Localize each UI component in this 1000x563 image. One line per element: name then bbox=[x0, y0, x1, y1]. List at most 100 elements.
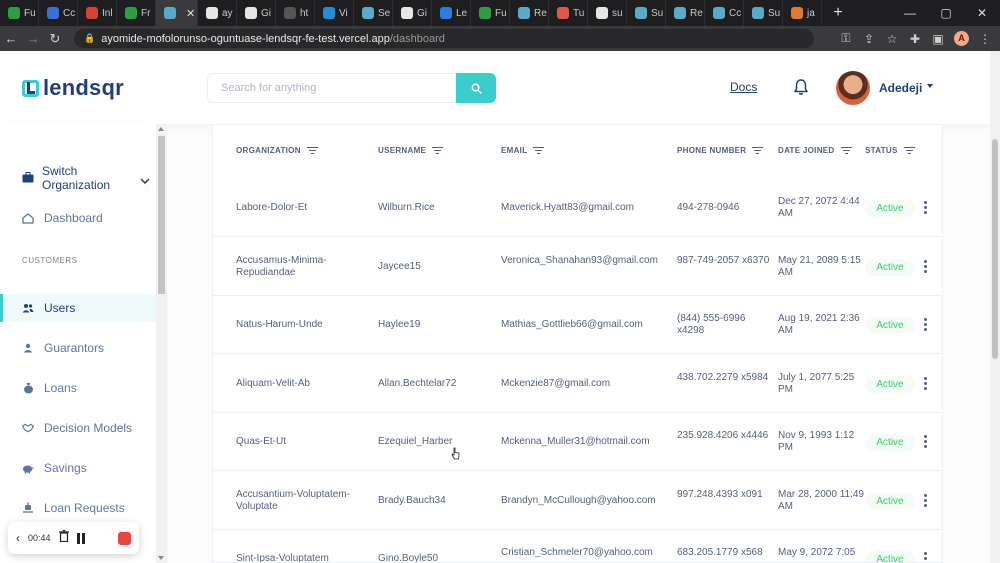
row-actions-menu-icon[interactable] bbox=[923, 259, 927, 273]
sidebar-item-dashboard[interactable]: Dashboard bbox=[0, 204, 156, 232]
browser-tab[interactable]: Cc bbox=[705, 0, 744, 26]
user-name[interactable]: Adedeji bbox=[879, 81, 922, 95]
table-row[interactable]: Accusamus-Minima-Repudiandae Jaycee15 Vero… bbox=[213, 238, 942, 296]
table-row[interactable]: Sint-Ipsa-Voluptatem Gino.Boyle50 Cristian… bbox=[213, 530, 942, 563]
stop-recording-button[interactable] bbox=[118, 531, 131, 545]
browser-tab[interactable]: Su bbox=[627, 0, 666, 26]
reload-icon[interactable]: ↻ bbox=[44, 31, 66, 47]
notification-bell-icon[interactable] bbox=[793, 78, 809, 101]
filter-icon[interactable] bbox=[752, 145, 764, 156]
screen-recorder-widget: ‹ 00:44 bbox=[8, 522, 139, 554]
table-row[interactable]: Quas-Et-Ut Ezequiel_Harber Mckenna_Muller3… bbox=[213, 413, 942, 471]
bookmark-star-icon[interactable]: ☆ bbox=[885, 32, 899, 46]
collapse-chevron-icon[interactable]: ‹ bbox=[16, 531, 20, 545]
page-scrollbar[interactable] bbox=[990, 51, 1000, 563]
key-icon[interactable]: ⚿ bbox=[839, 31, 853, 46]
tab-favicon-icon bbox=[86, 7, 98, 19]
column-header-email[interactable]: EMAIL bbox=[501, 145, 545, 156]
sidebar-item-savings[interactable]: Savings bbox=[0, 454, 156, 482]
close-tab-icon[interactable]: ✕ bbox=[186, 7, 195, 20]
user-menu-caret-icon[interactable] bbox=[927, 84, 933, 88]
scroll-down-icon[interactable] bbox=[158, 556, 164, 560]
close-window-icon[interactable]: ✕ bbox=[964, 6, 1000, 20]
share-icon[interactable]: ⇪ bbox=[862, 32, 876, 46]
browser-tab[interactable]: Inl bbox=[78, 0, 117, 26]
logo[interactable]: lendsqr bbox=[22, 75, 124, 101]
sidebar-panel-icon[interactable]: ▣ bbox=[931, 32, 945, 46]
new-tab-icon[interactable]: + bbox=[826, 4, 850, 22]
cell-email: Veronica_Shanahan93@gmail.com bbox=[501, 254, 658, 266]
browser-tab[interactable]: Le bbox=[432, 0, 471, 26]
column-header-phone-number[interactable]: PHONE NUMBER bbox=[677, 145, 764, 156]
filter-icon[interactable] bbox=[432, 145, 444, 156]
filter-icon[interactable] bbox=[533, 145, 545, 156]
forward-icon[interactable]: → bbox=[22, 31, 44, 46]
row-actions-menu-icon[interactable] bbox=[923, 318, 927, 331]
table-row[interactable]: Natus-Harum-Unde Haylee19 Mathias_Gottlieb… bbox=[213, 296, 942, 354]
maximize-icon[interactable]: ▢ bbox=[928, 6, 964, 20]
browser-menu-icon[interactable]: ⋮ bbox=[978, 32, 992, 46]
browser-tab[interactable]: Gi bbox=[237, 0, 276, 26]
table-row[interactable]: Aliquam-Velit-Ab Allan.Bechtelar72 Mckenzi… bbox=[213, 355, 942, 413]
user-avatar[interactable] bbox=[836, 71, 870, 105]
column-header-status[interactable]: STATUS bbox=[865, 145, 915, 156]
sidebar-item-guarantors[interactable]: Guarantors bbox=[0, 334, 156, 362]
filter-icon[interactable] bbox=[306, 145, 318, 156]
browser-tab[interactable]: Fu bbox=[0, 0, 39, 26]
browser-tab[interactable]: ✕ bbox=[156, 0, 198, 26]
page-scroll-thumb[interactable] bbox=[992, 139, 998, 359]
piggy-bank-icon bbox=[22, 462, 34, 474]
browser-tab[interactable]: Su bbox=[744, 0, 783, 26]
browser-tab[interactable]: Re bbox=[510, 0, 549, 26]
pause-icon[interactable] bbox=[76, 532, 85, 544]
row-actions-menu-icon[interactable] bbox=[923, 435, 927, 448]
back-icon[interactable]: ← bbox=[0, 31, 22, 46]
browser-tab[interactable]: Fr bbox=[117, 0, 156, 26]
cell-email: Mckenzie87@gmail.com bbox=[501, 377, 611, 389]
loan-request-icon bbox=[22, 502, 34, 514]
browser-tab[interactable]: ja bbox=[783, 0, 822, 26]
sidebar-scrollbar[interactable] bbox=[156, 124, 167, 563]
docs-link[interactable]: Docs bbox=[730, 80, 757, 94]
sidebar-item-decision-models[interactable]: Decision Models bbox=[0, 414, 156, 442]
trash-icon[interactable] bbox=[58, 529, 69, 547]
table-row[interactable]: Accusantium-Voluptatem-Voluptate Brady.Ba… bbox=[213, 472, 942, 530]
sidebar-item-label: Decision Models bbox=[44, 421, 133, 435]
column-header-username[interactable]: USERNAME bbox=[378, 145, 444, 156]
minimize-icon[interactable]: — bbox=[892, 6, 928, 20]
column-header-date-joined[interactable]: DATE JOINED bbox=[778, 145, 852, 156]
browser-tab[interactable]: Re bbox=[666, 0, 705, 26]
sidebar-item-loans[interactable]: Loans bbox=[0, 374, 156, 402]
browser-tab[interactable]: Fu bbox=[471, 0, 510, 26]
browser-tab[interactable]: ht bbox=[276, 0, 315, 26]
browser-tab[interactable]: Gi bbox=[393, 0, 432, 26]
sidebar-item-loan-requests[interactable]: Loan Requests bbox=[0, 494, 156, 522]
row-actions-menu-icon[interactable] bbox=[923, 552, 927, 562]
table-row[interactable]: Labore-Dolor-Et Wilburn.Rice Maverick.Hyat… bbox=[213, 179, 942, 237]
sidebar-section-customers: CUSTOMERS bbox=[22, 256, 78, 265]
search-input[interactable] bbox=[207, 73, 456, 103]
row-actions-menu-icon[interactable] bbox=[923, 201, 927, 214]
tab-label: Vi bbox=[339, 7, 348, 19]
filter-icon[interactable] bbox=[840, 145, 852, 156]
row-actions-menu-icon[interactable] bbox=[923, 376, 927, 390]
sidebar-scroll-thumb[interactable] bbox=[158, 136, 165, 294]
column-header-organization[interactable]: ORGANIZATION bbox=[236, 145, 318, 156]
switch-organization[interactable]: Switch Organization bbox=[22, 164, 152, 192]
browser-tab[interactable]: ay bbox=[198, 0, 237, 26]
browser-tab[interactable]: Se bbox=[354, 0, 393, 26]
sidebar-item-users[interactable]: Users bbox=[0, 294, 156, 322]
browser-tab[interactable]: Tu bbox=[549, 0, 588, 26]
search-button[interactable] bbox=[456, 73, 496, 103]
extensions-icon[interactable]: ✚ bbox=[908, 32, 922, 46]
scroll-up-icon[interactable] bbox=[158, 127, 164, 131]
filter-icon[interactable] bbox=[903, 145, 915, 156]
row-actions-menu-icon[interactable] bbox=[923, 493, 927, 507]
url-field[interactable]: 🔒 ayomide-mofolorunso-oguntuase-lendsqr-… bbox=[74, 29, 814, 48]
tab-label: Su bbox=[768, 7, 781, 19]
browser-tab[interactable]: Vi bbox=[315, 0, 354, 26]
profile-avatar[interactable]: A bbox=[954, 31, 969, 46]
cell-org: Sint-Ipsa-Voluptatem bbox=[236, 553, 329, 563]
browser-tab[interactable]: Cc bbox=[39, 0, 78, 26]
browser-tab[interactable]: su bbox=[588, 0, 627, 26]
